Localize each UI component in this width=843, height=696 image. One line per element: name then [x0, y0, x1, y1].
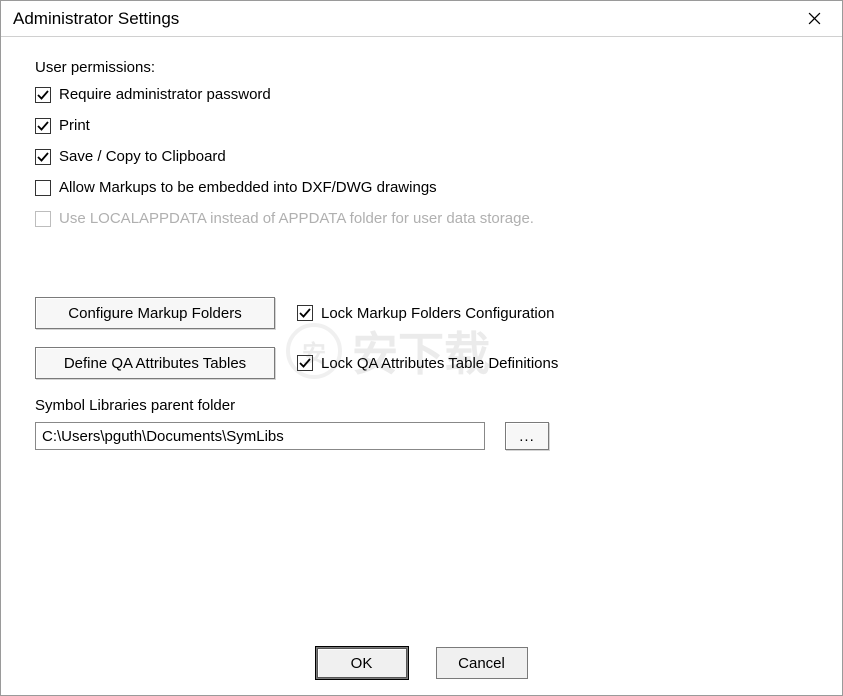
- symbol-libraries-label: Symbol Libraries parent folder: [35, 397, 808, 414]
- browse-button[interactable]: ...: [505, 422, 549, 450]
- checkbox-use-localappdata: [35, 211, 51, 227]
- checkmark-icon: [299, 357, 311, 369]
- checkbox-print-label: Print: [59, 117, 90, 134]
- checkbox-use-localappdata-label: Use LOCALAPPDATA instead of APPDATA fold…: [59, 210, 534, 227]
- configure-markup-folders-button[interactable]: Configure Markup Folders: [35, 297, 275, 329]
- qa-attributes-row: Define QA Attributes Tables Lock QA Attr…: [35, 347, 808, 379]
- checkmark-icon: [37, 89, 49, 101]
- checkbox-allow-markups-label: Allow Markups to be embedded into DXF/DW…: [59, 179, 437, 196]
- checkbox-lock-qa-label: Lock QA Attributes Table Definitions: [321, 355, 558, 372]
- checkbox-row-require-password: Require administrator password: [35, 86, 808, 103]
- checkbox-row-lock-markup: Lock Markup Folders Configuration: [297, 305, 554, 322]
- checkmark-icon: [37, 120, 49, 132]
- dialog-window: Administrator Settings 安安下载 User permiss…: [0, 0, 843, 696]
- define-qa-attributes-button[interactable]: Define QA Attributes Tables: [35, 347, 275, 379]
- checkbox-row-use-localappdata: Use LOCALAPPDATA instead of APPDATA fold…: [35, 210, 808, 227]
- checkmark-icon: [37, 151, 49, 163]
- user-permissions-label: User permissions:: [35, 59, 808, 76]
- checkbox-allow-markups[interactable]: [35, 180, 51, 196]
- window-title: Administrator Settings: [13, 9, 179, 29]
- dialog-footer: OK Cancel: [1, 647, 842, 679]
- checkbox-save-copy[interactable]: [35, 149, 51, 165]
- titlebar: Administrator Settings: [1, 1, 842, 37]
- spacer: [35, 241, 808, 287]
- checkbox-lock-markup[interactable]: [297, 305, 313, 321]
- checkbox-row-print: Print: [35, 117, 808, 134]
- close-icon: [808, 12, 821, 25]
- checkbox-require-password-label: Require administrator password: [59, 86, 271, 103]
- checkmark-icon: [299, 307, 311, 319]
- symbol-libraries-input[interactable]: [35, 422, 485, 450]
- close-button[interactable]: [800, 5, 828, 33]
- checkbox-row-lock-qa: Lock QA Attributes Table Definitions: [297, 355, 558, 372]
- checkbox-row-allow-markups: Allow Markups to be embedded into DXF/DW…: [35, 179, 808, 196]
- ok-button[interactable]: OK: [316, 647, 408, 679]
- cancel-button[interactable]: Cancel: [436, 647, 528, 679]
- checkbox-row-save-copy: Save / Copy to Clipboard: [35, 148, 808, 165]
- markup-config-row: Configure Markup Folders Lock Markup Fol…: [35, 297, 808, 329]
- checkbox-lock-markup-label: Lock Markup Folders Configuration: [321, 305, 554, 322]
- symbol-libraries-row: ...: [35, 422, 808, 450]
- checkbox-print[interactable]: [35, 118, 51, 134]
- checkbox-save-copy-label: Save / Copy to Clipboard: [59, 148, 226, 165]
- content-area: User permissions: Require administrator …: [1, 37, 842, 450]
- checkbox-require-password[interactable]: [35, 87, 51, 103]
- checkbox-lock-qa[interactable]: [297, 355, 313, 371]
